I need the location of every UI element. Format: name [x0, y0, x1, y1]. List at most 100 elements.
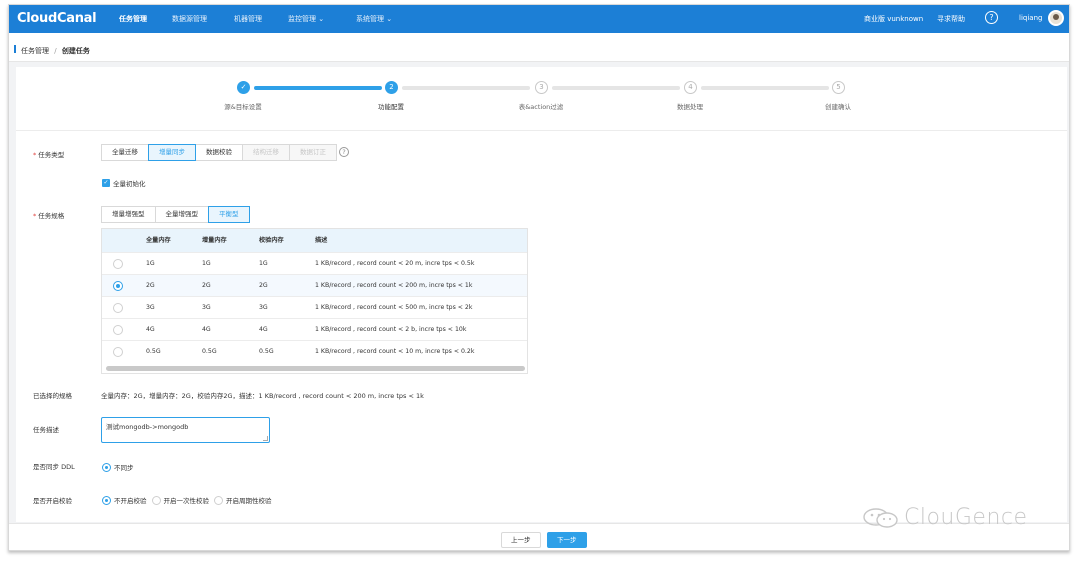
step-4-indicator: 4	[684, 81, 697, 94]
table-row[interactable]: 3G 3G 3G 1 KB/record , record count < 50…	[102, 296, 527, 318]
prev-step-button[interactable]: 上一步	[501, 532, 541, 548]
cell-check-memory: 0.5G	[259, 348, 274, 355]
question-icon[interactable]: ?	[339, 147, 349, 157]
help-link[interactable]: 寻求帮助	[937, 14, 965, 24]
full-init-label: 全量初始化	[113, 180, 146, 188]
cell-incr-memory: 4G	[202, 326, 211, 333]
table-row[interactable]: 4G 4G 4G 1 KB/record , record count < 2 …	[102, 318, 527, 340]
step-5-label: 创建确认	[825, 103, 851, 111]
step-2-indicator: 2	[385, 81, 398, 94]
radio-no-verify-label[interactable]: 不开启校验	[114, 495, 147, 505]
sync-ddl-label: 是否同步 DDL	[33, 463, 75, 471]
radio-one-time-verify-label[interactable]: 开启一次性校验	[164, 495, 210, 505]
breadcrumb-parent[interactable]: 任务管理	[21, 47, 49, 55]
task-spec-segmented: 增量增强型 全量增强型 平衡型	[101, 206, 250, 223]
radio-one-time-verify[interactable]	[151, 495, 161, 505]
app-window: CloudCanal 任务管理 数据源管理 机器管理 监控管理 ⌄ 系统管理 ⌄…	[8, 4, 1070, 551]
next-step-button[interactable]: 下一步	[547, 532, 587, 548]
check-icon: ✓	[102, 179, 110, 187]
cell-full-memory: 4G	[146, 326, 155, 333]
task-type-schema-migration: 结构迁移	[242, 144, 290, 161]
full-init-checkbox[interactable]: ✓ 全量初始化	[102, 178, 146, 188]
table-row[interactable]: 0.5G 0.5G 0.5G 1 KB/record , record coun…	[102, 340, 527, 362]
table-row[interactable]: 1G 1G 1G 1 KB/record , record count < 20…	[102, 252, 527, 274]
row-radio[interactable]	[113, 325, 123, 335]
row-radio[interactable]	[113, 303, 123, 313]
step-1-label: 源&目标设置	[224, 103, 262, 111]
table-horizontal-scrollbar[interactable]	[106, 366, 525, 371]
nav-task-management[interactable]: 任务管理	[119, 14, 147, 24]
task-type-segmented: 全量迁移 增量同步 数据校验 结构迁移 数据订正	[101, 144, 337, 161]
spec-table: 全量内存 增量内存 校验内存 描述 1G 1G 1G 1 KB/record ,…	[101, 228, 528, 374]
step-connector-1	[254, 86, 382, 90]
avatar[interactable]	[1048, 10, 1064, 26]
breadcrumb-current: 创建任务	[61, 47, 90, 55]
breadcrumb-separator: /	[54, 47, 57, 55]
nav-monitor-management[interactable]: 监控管理 ⌄	[288, 14, 324, 24]
app-logo[interactable]: CloudCanal	[17, 11, 97, 26]
step-connector-3	[552, 86, 680, 90]
watermark: ClouGence	[862, 505, 1028, 530]
cell-description: 1 KB/record , record count < 500 m, incr…	[315, 304, 473, 311]
nav-machine-management[interactable]: 机器管理	[234, 14, 262, 24]
spec-balanced[interactable]: 平衡型	[208, 206, 250, 223]
description-label: 任务描述	[33, 426, 59, 434]
verify-label: 是否开启校验	[33, 497, 72, 505]
table-row[interactable]: 2G 2G 2G 1 KB/record , record count < 20…	[102, 274, 527, 296]
cell-description: 1 KB/record , record count < 2 b, incre …	[315, 326, 467, 333]
task-type-incremental-sync[interactable]: 增量同步	[148, 144, 196, 161]
spec-full-enhanced[interactable]: 全量增强型	[154, 206, 209, 223]
col-description: 描述	[315, 237, 328, 244]
cell-incr-memory: 1G	[202, 260, 211, 267]
user-name[interactable]: liqiang	[1019, 14, 1042, 22]
radio-no-sync[interactable]	[102, 462, 111, 472]
task-type-data-verify[interactable]: 数据校验	[195, 144, 243, 161]
nav-datasource-management[interactable]: 数据源管理	[172, 14, 207, 24]
selected-spec-label: 已选择的规格	[33, 392, 72, 400]
step-progress: ✓ 2 3 4 5 源&目标设置 功能配置 表&action过滤 数据处理 创建…	[16, 67, 1067, 131]
cell-description: 1 KB/record , record count < 200 m, incr…	[315, 282, 473, 289]
cell-full-memory: 1G	[146, 260, 155, 267]
cell-check-memory: 4G	[259, 326, 268, 333]
description-textarea[interactable]: 测试mongodb->mongodb	[101, 417, 270, 443]
step-5-indicator: 5	[832, 81, 845, 94]
spec-table-header: 全量内存 增量内存 校验内存 描述	[102, 229, 527, 252]
col-full-memory: 全量内存	[146, 237, 171, 244]
row-radio[interactable]	[113, 259, 123, 269]
radio-periodic-verify-label[interactable]: 开启周期性校验	[226, 495, 272, 505]
col-incr-memory: 增量内存	[202, 237, 227, 244]
radio-periodic-verify[interactable]	[214, 495, 223, 505]
description-value: 测试mongodb->mongodb	[106, 423, 189, 431]
verify-radio-group: 不开启校验 开启一次性校验 开启周期性校验	[102, 495, 277, 505]
row-radio[interactable]	[113, 347, 123, 357]
required-mark: *	[33, 212, 37, 220]
row-radio[interactable]	[113, 281, 123, 291]
cell-full-memory: 2G	[146, 282, 155, 289]
help-icon[interactable]: ?	[985, 11, 998, 24]
cell-check-memory: 2G	[259, 282, 268, 289]
task-spec-label: * 任务规格	[33, 212, 65, 220]
cell-incr-memory: 0.5G	[202, 348, 217, 355]
step-3-indicator: 3	[535, 81, 548, 94]
resize-handle-icon[interactable]	[263, 436, 268, 441]
task-type-label: * 任务类型	[33, 151, 65, 159]
step-connector-4	[701, 86, 829, 90]
radio-no-sync-label[interactable]: 不同步	[114, 462, 134, 472]
cell-full-memory: 3G	[146, 304, 155, 311]
spec-incremental-enhanced[interactable]: 增量增强型	[101, 206, 156, 223]
cell-incr-memory: 2G	[202, 282, 211, 289]
cell-check-memory: 3G	[259, 304, 268, 311]
task-type-full-migration[interactable]: 全量迁移	[101, 144, 149, 161]
step-4-label: 数据处理	[677, 103, 703, 111]
cell-check-memory: 1G	[259, 260, 268, 267]
step-connector-2	[402, 86, 530, 90]
cell-description: 1 KB/record , record count < 20 m, incre…	[315, 260, 475, 267]
top-nav: CloudCanal 任务管理 数据源管理 机器管理 监控管理 ⌄ 系统管理 ⌄…	[9, 5, 1069, 33]
breadcrumb-marker	[14, 45, 16, 53]
radio-no-verify[interactable]	[102, 495, 111, 505]
wechat-icon	[863, 507, 898, 528]
required-mark: *	[33, 151, 37, 159]
cell-full-memory: 0.5G	[146, 348, 161, 355]
nav-system-management[interactable]: 系统管理 ⌄	[356, 14, 392, 24]
sync-ddl-radio-group: 不同步	[102, 462, 139, 472]
